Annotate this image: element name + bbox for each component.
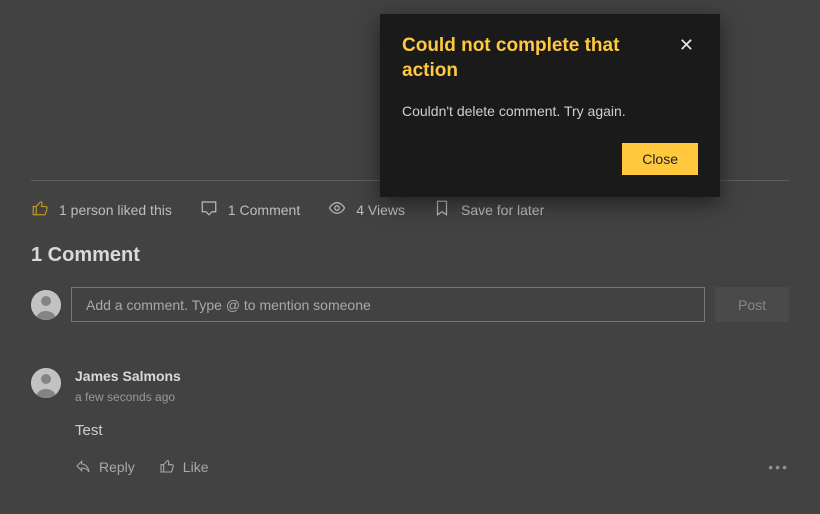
thumbs-up-icon <box>31 199 49 220</box>
eye-icon <box>328 199 346 220</box>
comment-timestamp: a few seconds ago <box>75 390 789 404</box>
reply-label: Reply <box>99 459 135 475</box>
avatar <box>31 368 61 398</box>
comments-text: 1 Comment <box>228 202 300 218</box>
likes-stat[interactable]: 1 person liked this <box>31 199 172 220</box>
thumbs-up-icon <box>159 458 175 477</box>
comments-heading: 1 Comment <box>31 244 789 267</box>
comment-item: James Salmons a few seconds ago Test Rep… <box>31 368 789 479</box>
views-stat[interactable]: 4 Views <box>328 199 405 220</box>
comment-author: James Salmons <box>75 368 789 384</box>
save-stat[interactable]: Save for later <box>433 199 544 220</box>
reply-icon <box>75 458 91 477</box>
close-button[interactable]: Close <box>622 143 698 175</box>
toast-message: Couldn't delete comment. Try again. <box>402 103 698 119</box>
views-text: 4 Views <box>356 202 405 218</box>
close-icon[interactable]: ✕ <box>675 34 698 56</box>
bookmark-icon <box>433 199 451 220</box>
comment-icon <box>200 199 218 220</box>
likes-text: 1 person liked this <box>59 202 172 218</box>
more-button[interactable]: ••• <box>762 455 795 479</box>
post-button[interactable]: Post <box>715 287 789 322</box>
comment-input[interactable] <box>71 287 705 322</box>
comments-stat[interactable]: 1 Comment <box>200 199 300 220</box>
comment-text: Test <box>75 422 789 439</box>
like-label: Like <box>183 459 209 475</box>
reply-button[interactable]: Reply <box>75 458 135 477</box>
compose-row: Post <box>31 287 789 322</box>
toast-title: Could not complete that action <box>402 34 652 83</box>
save-text: Save for later <box>461 202 544 218</box>
like-button[interactable]: Like <box>159 458 209 477</box>
avatar <box>31 290 61 320</box>
error-toast: Could not complete that action ✕ Couldn'… <box>380 14 720 197</box>
